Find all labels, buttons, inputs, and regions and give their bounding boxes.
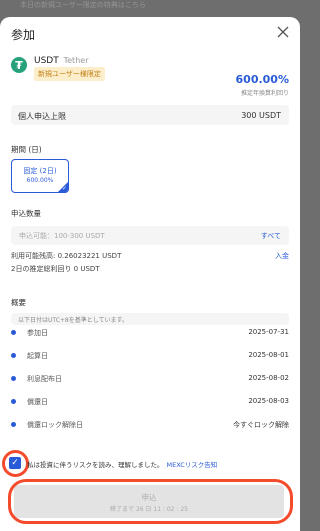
product-symbol: USDT (34, 56, 59, 66)
modal-title: 参加 (11, 28, 36, 42)
period-option-title: 固定 (2日) (23, 167, 57, 175)
agreement-text: 私は投資に伴うリスクを読み、理解しました。 (27, 461, 164, 469)
overview-label: 概要 (11, 298, 26, 307)
overview-row-value: 今すぐロック解除 (233, 421, 289, 429)
timeline-dot (11, 376, 16, 381)
limit-value: 300 USDT (241, 111, 281, 120)
agreement-text-line: 私は投資に伴うリスクを読み、理解しました。 MEXCリスク告知 (27, 459, 217, 469)
product-header: USDT Tether (34, 56, 88, 66)
available-balance: 利用可能残高: 0.26023221 USDT (11, 252, 122, 260)
overview-row-value: 2025-08-01 (248, 351, 289, 359)
timezone-note-box: 以下日付はUTC+8を基準としています。 (11, 313, 289, 325)
product-name: Tether (63, 56, 89, 65)
risk-agreement-checkbox[interactable]: ✓ (9, 457, 21, 469)
all-button[interactable]: すべて (261, 231, 281, 241)
estimated-yield: 2日の推定総利回り 0 USDT (11, 265, 100, 273)
checkmark-icon: ✓ (61, 185, 67, 192)
overview-row-label: 償還日 (27, 398, 48, 406)
overview-row-value: 2025-08-02 (248, 374, 289, 382)
amount-label: 申込数量 (11, 209, 41, 218)
limit-row: 個人申込上限 300 USDT (11, 105, 289, 125)
overview-row-label: 起算日 (27, 352, 48, 360)
overview-row-label: 利息配布日 (27, 375, 62, 383)
overview-row-label: 償還ロック解除日 (27, 421, 83, 429)
backdrop-text: 本日の新規ユーザー限定の特典はこちら (20, 1, 146, 9)
timeline-dot (11, 353, 16, 358)
timeline-dot (11, 399, 16, 404)
close-icon[interactable] (276, 25, 290, 39)
submit-highlight-ring (8, 479, 293, 524)
amount-placeholder: 申込可能：100-300 USDT (19, 232, 105, 240)
overview-row-value: 2025-08-03 (248, 397, 289, 405)
overview-row-label: 参加日 (27, 329, 48, 337)
timeline-dot (11, 422, 16, 427)
amount-input[interactable]: 申込可能：100-300 USDT すべて (11, 226, 289, 245)
risk-notice-link[interactable]: MEXCリスク告知 (167, 461, 218, 469)
deposit-link[interactable]: 入金 (275, 251, 289, 261)
apr-label: 推定年換算利回り (240, 90, 289, 97)
period-label: 期間 (日) (11, 145, 42, 154)
new-user-badge: 新規ユーザー様限定 (34, 67, 105, 81)
limit-label: 個人申込上限 (18, 112, 66, 121)
timezone-note: 以下日付はUTC+8を基準としています。 (18, 317, 128, 324)
overview-row-value: 2025-07-31 (248, 328, 289, 336)
tether-logo-icon: ₮ (11, 57, 27, 73)
timeline-dot (11, 330, 16, 335)
apr-value: 600.00% (235, 73, 289, 86)
period-option-fixed-2d[interactable]: 固定 (2日) 600.00% ✓ (11, 159, 69, 193)
